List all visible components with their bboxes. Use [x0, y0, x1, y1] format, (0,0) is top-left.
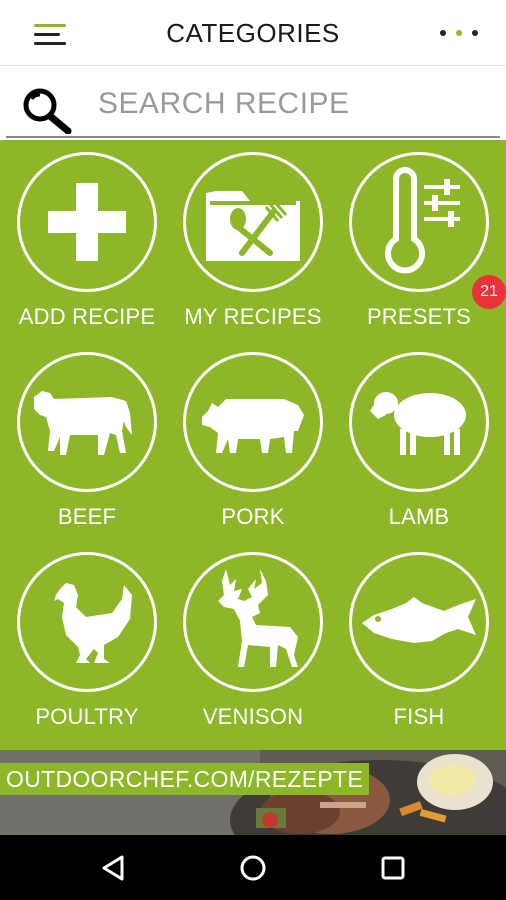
category-my-recipes[interactable]: MY RECIPES — [170, 140, 336, 330]
category-presets[interactable]: 21 PRESETS — [336, 140, 506, 330]
banner-link-text[interactable]: OUTDOORCHEF.COM/REZEPTE — [0, 763, 370, 795]
category-label: MY RECIPES — [184, 304, 322, 329]
deer-icon — [218, 569, 298, 667]
system-nav-bar — [0, 835, 506, 900]
category-fish[interactable]: FISH — [336, 540, 502, 730]
search-bar — [0, 66, 506, 140]
category-label: VENISON — [202, 704, 304, 729]
thermometer-sliders-icon — [385, 167, 460, 274]
fish-icon — [362, 597, 476, 643]
category-label: PORK — [221, 504, 285, 529]
folder-cutlery-icon — [206, 191, 300, 261]
category-beef[interactable]: BEEF — [4, 340, 170, 530]
back-triangle-icon[interactable] — [94, 851, 134, 885]
category-pork[interactable]: PORK — [170, 340, 336, 530]
category-add-recipe[interactable]: ADD RECIPE — [4, 140, 170, 330]
magnifier-icon[interactable] — [20, 86, 74, 134]
category-label: ADD RECIPE — [18, 304, 156, 329]
category-label: PRESETS — [366, 304, 472, 329]
cow-icon — [34, 391, 132, 455]
app-bar: CATEGORIES — [0, 0, 506, 66]
search-input[interactable] — [98, 84, 488, 124]
promo-banner[interactable]: OUTDOORCHEF.COM/REZEPTE — [0, 750, 506, 835]
category-lamb[interactable]: LAMB — [336, 340, 502, 530]
sheep-icon — [370, 392, 466, 455]
category-grid: ADD RECIPE MY RECIPES 21 PRESETS BEEF PO… — [0, 140, 506, 750]
category-label: BEEF — [57, 504, 117, 529]
category-label: LAMB — [388, 504, 450, 529]
recents-square-icon[interactable] — [373, 851, 413, 885]
more-dots-icon[interactable] — [438, 24, 484, 42]
category-venison[interactable]: VENISON — [170, 540, 336, 730]
home-circle-icon[interactable] — [233, 851, 273, 885]
pig-icon — [202, 399, 304, 453]
plus-icon — [48, 183, 126, 261]
category-poultry[interactable]: POULTRY — [4, 540, 170, 730]
category-label: POULTRY — [35, 704, 139, 729]
chicken-icon — [54, 583, 132, 663]
search-underline — [6, 136, 500, 138]
page-title: CATEGORIES — [166, 18, 340, 48]
category-label: FISH — [393, 704, 445, 729]
